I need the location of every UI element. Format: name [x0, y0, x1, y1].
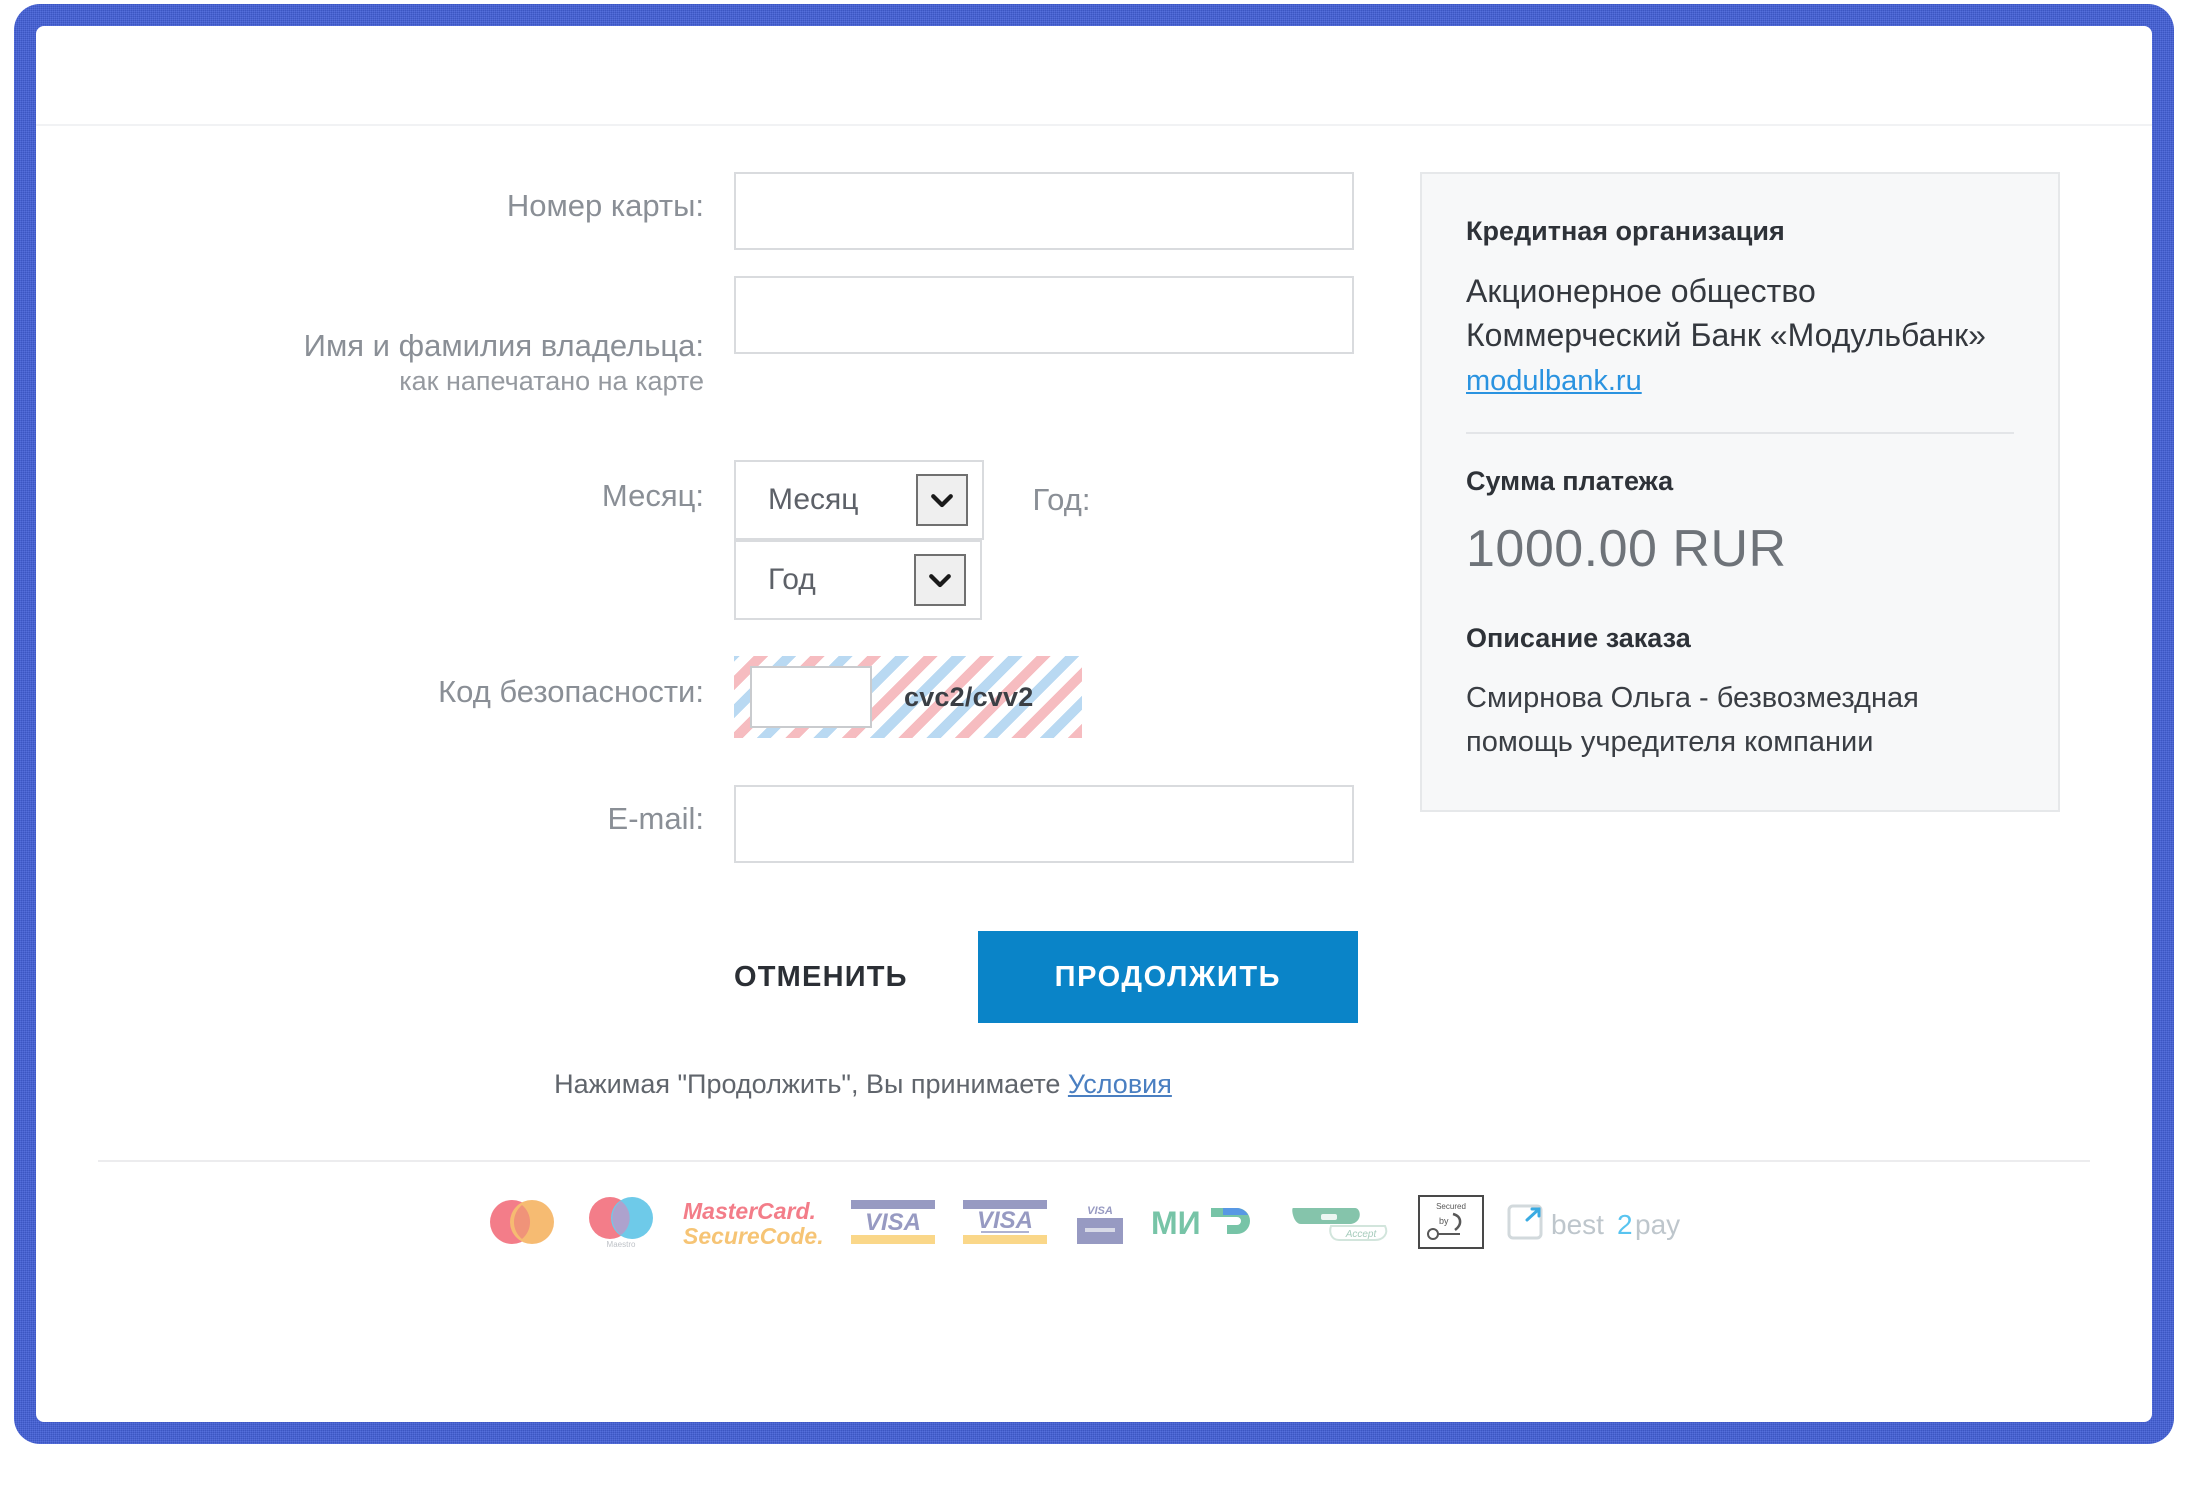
svg-text:МИ: МИ [1151, 1205, 1201, 1241]
visa-secure-icon: VISA [1077, 1198, 1123, 1244]
month-select[interactable]: Месяц [734, 460, 984, 540]
svg-text:SecureCode.: SecureCode. [683, 1223, 824, 1249]
year-select[interactable]: Год [734, 540, 982, 620]
order-description: Смирнова Ольга - безвозмездная помощь уч… [1466, 682, 1919, 758]
mir-icon: МИ [1151, 1205, 1250, 1241]
svg-text:2: 2 [1617, 1209, 1633, 1240]
maestro-wordmark: Maestro [607, 1240, 636, 1249]
svg-text:by: by [1439, 1216, 1449, 1226]
year-selected-value: Год [768, 563, 816, 596]
chevron-down-icon[interactable] [916, 474, 968, 526]
maestro-icon: Maestro [589, 1197, 653, 1249]
visa-verified-icon: VISA [963, 1200, 1047, 1244]
chevron-down-icon[interactable] [914, 554, 966, 606]
order-summary-panel: Кредитная организация Акционерное общест… [1420, 172, 2060, 812]
month-selected-value: Месяц [768, 483, 859, 516]
cancel-button[interactable]: ОТМЕНИТЬ [734, 961, 942, 994]
visa-icon: VISA [851, 1200, 935, 1244]
email-input[interactable] [734, 785, 1354, 863]
bank-website-link[interactable]: modulbank.ru [1466, 365, 1642, 398]
card-number-row: Номер карты: [98, 172, 1358, 250]
action-buttons: ОТМЕНИТЬ ПРОДОЛЖИТЬ [98, 931, 1358, 1023]
continue-button[interactable]: ПРОДОЛЖИТЬ [977, 931, 1358, 1023]
cvv-row: Код безопасности: cvc2/cvv2 [98, 656, 1358, 743]
card-holder-label-text: Имя и фамилия владельца: [303, 328, 704, 363]
svg-text:MasterCard.: MasterCard. [683, 1198, 816, 1224]
terms-notice: Нажимая "Продолжить", Вы принимаете Усло… [98, 1069, 1358, 1100]
svg-text:pay: pay [1635, 1209, 1680, 1240]
mastercard-icon [490, 1200, 554, 1244]
terms-text: Нажимая "Продолжить", Вы принимаете [554, 1069, 1068, 1099]
svg-text:VISA: VISA [1087, 1205, 1113, 1217]
card-number-label: Номер карты: [506, 188, 704, 223]
card-holder-label: Имя и фамилия владельца: как напечатано … [98, 276, 734, 434]
payment-logos: Maestro MasterCard. SecureCode. VISA VIS… [36, 1162, 2152, 1282]
payment-amount: 1000.00 RUR [1466, 520, 1787, 578]
page-header [36, 26, 2152, 126]
order-summary-column: Кредитная организация Акционерное общест… [1420, 172, 2060, 1100]
cvv-input[interactable] [750, 666, 872, 728]
secured-by-icon: Secured by [1418, 1195, 1484, 1249]
mir-accept-icon: Accept [1292, 1208, 1388, 1241]
card-holder-input[interactable] [734, 276, 1354, 354]
year-label: Год: [1032, 482, 1091, 517]
credit-organization-heading: Кредитная организация [1466, 216, 1785, 246]
mastercard-securecode-icon: MasterCard. SecureCode. [683, 1198, 824, 1249]
blue-window-frame: Номер карты: Имя и фамилия владельца: ка… [14, 4, 2174, 1444]
amount-heading: Сумма платежа [1466, 466, 1674, 496]
svg-text:VISA: VISA [865, 1209, 921, 1236]
payment-form: Номер карты: Имя и фамилия владельца: ка… [98, 172, 1358, 1100]
card-holder-row: Имя и фамилия владельца: как напечатано … [98, 276, 1358, 434]
card-number-input[interactable] [734, 172, 1354, 250]
email-row: E-mail: [98, 785, 1358, 863]
page-body: Номер карты: Имя и фамилия владельца: ка… [36, 126, 2152, 1100]
bank-name: Акционерное общество Коммерческий Банк «… [1466, 273, 1986, 353]
order-description-heading: Описание заказа [1466, 623, 1691, 653]
cvv-type-label: cvc2/cvv2 [904, 682, 1034, 712]
best2pay-icon: best 2 pay [1507, 1204, 1680, 1240]
svg-text:Accept: Accept [1345, 1229, 1378, 1240]
expiry-row: Месяц: Месяц Год: Год [98, 460, 1358, 620]
svg-text:Secured: Secured [1436, 1202, 1466, 1211]
email-label: E-mail: [607, 801, 704, 836]
summary-divider [1466, 432, 2014, 434]
cvv-label: Код безопасности: [438, 674, 704, 709]
card-holder-hint: как напечатано на карте [399, 366, 704, 396]
svg-text:best: best [1551, 1209, 1604, 1240]
cvv-hatched-area: cvc2/cvv2 [734, 656, 1082, 738]
payment-page: Номер карты: Имя и фамилия владельца: ка… [36, 26, 2152, 1422]
month-label: Месяц: [601, 478, 704, 513]
svg-text:VISA: VISA [977, 1207, 1033, 1234]
terms-link[interactable]: Условия [1068, 1069, 1172, 1099]
